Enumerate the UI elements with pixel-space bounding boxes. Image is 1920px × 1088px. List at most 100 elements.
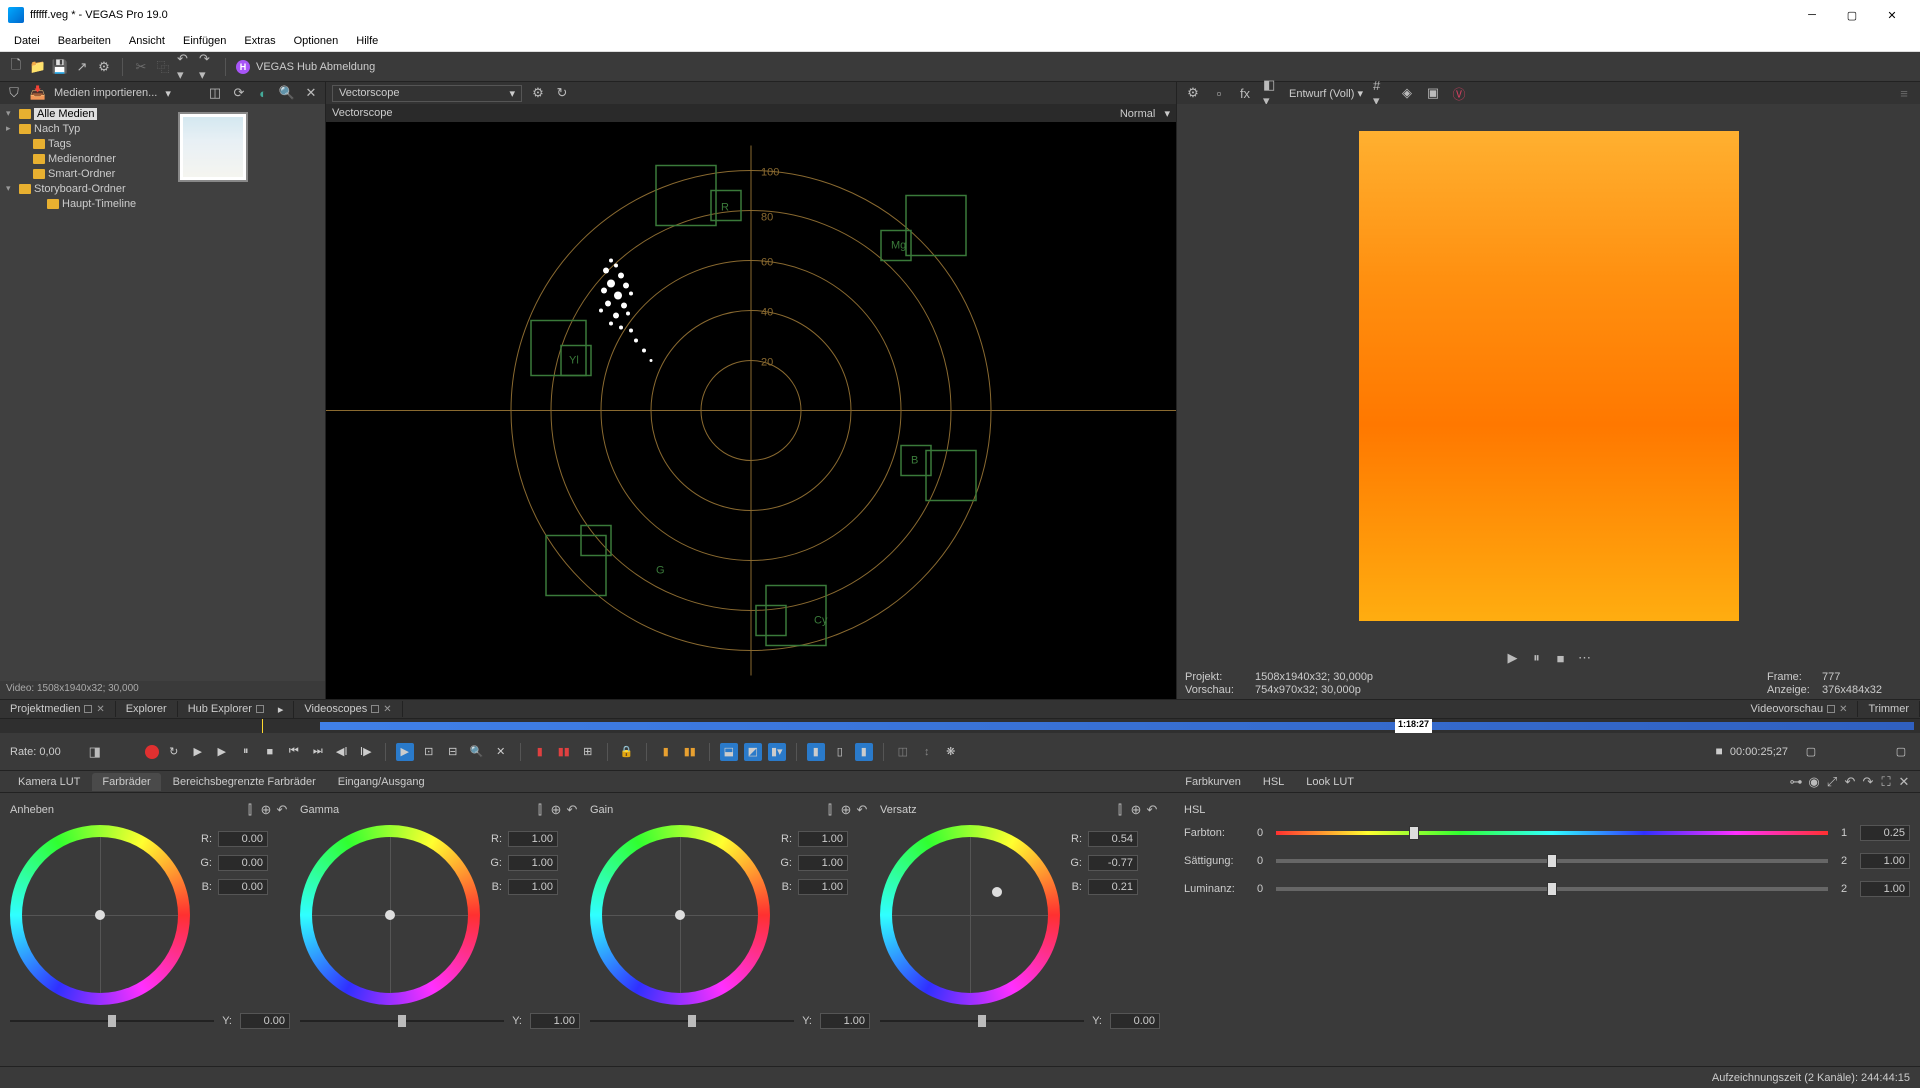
wheel-reset-icon[interactable]: ↶ bbox=[564, 802, 580, 818]
marker-red2-button[interactable]: ▮▮ bbox=[555, 743, 573, 761]
tab-farbkurven[interactable]: Farbkurven bbox=[1175, 773, 1251, 791]
prev-split-icon[interactable]: ◧ ▾ bbox=[1263, 85, 1279, 101]
preview-area[interactable] bbox=[1177, 104, 1920, 647]
tab-explorer[interactable]: Explorer bbox=[116, 701, 178, 717]
color-wheel[interactable] bbox=[300, 825, 480, 1005]
ripple3-button[interactable]: ▮▾ bbox=[768, 743, 786, 761]
tool2-button[interactable]: ⊡ bbox=[420, 743, 438, 761]
pause-icon[interactable]: ⏸ bbox=[1529, 650, 1545, 666]
y-value[interactable]: 1.00 bbox=[820, 1013, 870, 1029]
hsl-slider[interactable] bbox=[1276, 882, 1828, 896]
pause-button[interactable]: ⏸ bbox=[237, 743, 255, 761]
split-button[interactable]: ⊞ bbox=[579, 743, 597, 761]
wheel-reset-icon[interactable]: ↶ bbox=[854, 802, 870, 818]
marker-red-button[interactable]: ▮ bbox=[531, 743, 549, 761]
tree-medienordner[interactable]: Medienordner bbox=[2, 151, 168, 166]
prev-gear-icon[interactable]: ⚙ bbox=[1185, 85, 1201, 101]
wheel-adj-icon[interactable]: ⫿ bbox=[242, 802, 258, 818]
snap2-button[interactable]: ▮▮ bbox=[681, 743, 699, 761]
more-icon[interactable]: ⋯ bbox=[1577, 650, 1593, 666]
b-value[interactable]: 0.00 bbox=[218, 879, 268, 895]
color-wheel[interactable] bbox=[590, 825, 770, 1005]
prev-snapshot-icon[interactable]: ▣ bbox=[1425, 85, 1441, 101]
y-value[interactable]: 1.00 bbox=[530, 1013, 580, 1029]
prev-fx-icon[interactable]: fx bbox=[1237, 85, 1253, 101]
tc-box2-icon[interactable]: ▢ bbox=[1892, 743, 1910, 761]
stop-icon[interactable]: ■ bbox=[1553, 650, 1569, 666]
go-end-button[interactable]: ⏭ bbox=[309, 743, 327, 761]
timeline-ruler[interactable]: 1:18:27 bbox=[0, 719, 1920, 733]
wheel-target-icon[interactable]: ⊕ bbox=[838, 802, 854, 818]
scope-refresh-icon[interactable]: ↻ bbox=[554, 85, 570, 101]
hsl-value[interactable]: 1.00 bbox=[1860, 881, 1910, 897]
tree-alle-medien[interactable]: ▾Alle Medien bbox=[2, 106, 168, 121]
cg-link-icon[interactable]: ⊶ bbox=[1788, 774, 1804, 790]
b-value[interactable]: 1.00 bbox=[508, 879, 558, 895]
tool3-button[interactable]: ⊟ bbox=[444, 743, 462, 761]
ripple2-button[interactable]: ◩ bbox=[744, 743, 762, 761]
prev-out-icon[interactable]: ▫ bbox=[1211, 85, 1227, 101]
r-value[interactable]: 0.00 bbox=[218, 831, 268, 847]
y-value[interactable]: 0.00 bbox=[1110, 1013, 1160, 1029]
playhead-marker[interactable] bbox=[262, 719, 263, 733]
color-wheel[interactable] bbox=[880, 825, 1060, 1005]
edit-tool-button[interactable]: ▶ bbox=[396, 743, 414, 761]
tab-look-lut[interactable]: Look LUT bbox=[1296, 773, 1364, 791]
import-dropdown-icon[interactable]: ▾ bbox=[165, 87, 171, 100]
prev-menu-icon[interactable]: ≡ bbox=[1896, 85, 1912, 101]
tree-tags[interactable]: Tags bbox=[2, 136, 168, 151]
tc-box-icon[interactable]: ▢ bbox=[1802, 743, 1820, 761]
media-thumbnail[interactable] bbox=[178, 112, 248, 182]
y-slider[interactable] bbox=[880, 1014, 1084, 1028]
g-value[interactable]: 1.00 bbox=[508, 855, 558, 871]
scope-gear-icon[interactable]: ⚙ bbox=[530, 85, 546, 101]
y-value[interactable]: 0.00 bbox=[240, 1013, 290, 1029]
tab-videovorschau[interactable]: Videovorschau✕ bbox=[1741, 701, 1859, 717]
maximize-button[interactable]: ▢ bbox=[1832, 0, 1872, 30]
record-button[interactable] bbox=[145, 745, 159, 759]
redo-icon[interactable]: ↷ ▾ bbox=[199, 59, 215, 75]
menu-einfuegen[interactable]: Einfügen bbox=[175, 33, 234, 49]
open-icon[interactable]: 📁 bbox=[30, 59, 46, 75]
go-start-button[interactable]: ⏮ bbox=[285, 743, 303, 761]
close-panel-icon[interactable]: ✕ bbox=[303, 85, 319, 101]
cg-close-icon[interactable]: ✕ bbox=[1896, 774, 1912, 790]
tab-projektmedien[interactable]: Projektmedien✕ bbox=[0, 701, 116, 717]
auto2-button[interactable]: ▯ bbox=[831, 743, 849, 761]
b-value[interactable]: 0.21 bbox=[1088, 879, 1138, 895]
close-button[interactable]: ✕ bbox=[1872, 0, 1912, 30]
g-value[interactable]: 1.00 bbox=[798, 855, 848, 871]
next-frame-button[interactable]: Ⅰ▶ bbox=[357, 743, 375, 761]
tab-hub-explorer[interactable]: Hub Explorer▸ bbox=[178, 701, 295, 718]
prev-grid-icon[interactable]: # ▾ bbox=[1373, 85, 1389, 101]
prev-vegas-icon[interactable]: Ⓥ bbox=[1451, 85, 1467, 101]
hsl-value[interactable]: 1.00 bbox=[1860, 853, 1910, 869]
import-button[interactable]: Medien importieren... bbox=[54, 87, 157, 99]
cg-expand-icon[interactable]: ⛶ bbox=[1878, 774, 1894, 790]
timecode-display[interactable]: ■ 00:00:25;27 bbox=[1715, 745, 1788, 759]
wheel-reset-icon[interactable]: ↶ bbox=[1144, 802, 1160, 818]
tab-farbraeder[interactable]: Farbräder bbox=[92, 773, 160, 791]
ripple1-button[interactable]: ⬓ bbox=[720, 743, 738, 761]
scope-mode-select[interactable]: Normal ▾ bbox=[1120, 107, 1170, 120]
auto3-button[interactable]: ▮ bbox=[855, 743, 873, 761]
preview-quality-select[interactable]: Entwurf (Voll) ▾ bbox=[1289, 87, 1363, 100]
g-value[interactable]: -0.77 bbox=[1088, 855, 1138, 871]
tab-videoscopes[interactable]: Videoscopes✕ bbox=[294, 701, 402, 717]
y-slider[interactable] bbox=[300, 1014, 504, 1028]
magnify-button[interactable]: 🔍 bbox=[468, 743, 486, 761]
properties-icon[interactable]: ⚙ bbox=[96, 59, 112, 75]
cg-pick-icon[interactable]: ◉ bbox=[1806, 774, 1822, 790]
wheel-adj-icon[interactable]: ⫿ bbox=[1112, 802, 1128, 818]
auto1-button[interactable]: ▮ bbox=[807, 743, 825, 761]
prev-overlay-icon[interactable]: ◈ bbox=[1399, 85, 1415, 101]
copy-icon[interactable]: ⿻ bbox=[155, 59, 171, 75]
loop-button[interactable]: ↻ bbox=[165, 743, 183, 761]
hub-label[interactable]: VEGAS Hub Abmeldung bbox=[256, 61, 375, 73]
scope-type-select[interactable]: Vectorscope▾ bbox=[332, 85, 522, 102]
wheel-adj-icon[interactable]: ⫿ bbox=[822, 802, 838, 818]
hsl-value[interactable]: 0.25 bbox=[1860, 825, 1910, 841]
cg-undo-icon[interactable]: ↶ bbox=[1842, 774, 1858, 790]
cg-eyedrop-icon[interactable]: ⤢ bbox=[1824, 774, 1840, 790]
undo-icon[interactable]: ↶ ▾ bbox=[177, 59, 193, 75]
